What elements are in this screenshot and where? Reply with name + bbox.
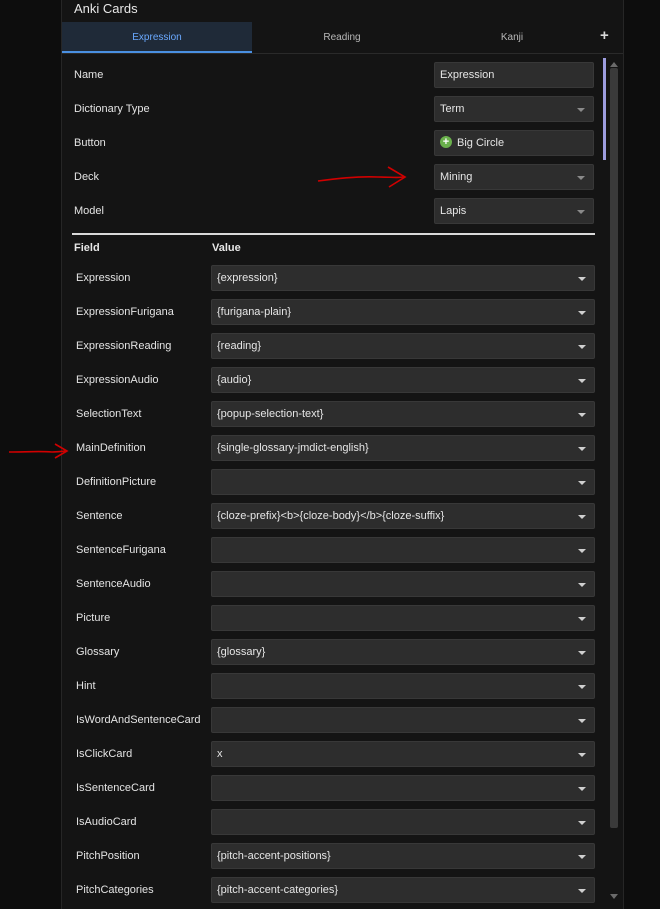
red-arrow-icon bbox=[8, 443, 69, 459]
red-arrow-icon bbox=[317, 166, 407, 188]
annotation-layer bbox=[8, 166, 407, 459]
